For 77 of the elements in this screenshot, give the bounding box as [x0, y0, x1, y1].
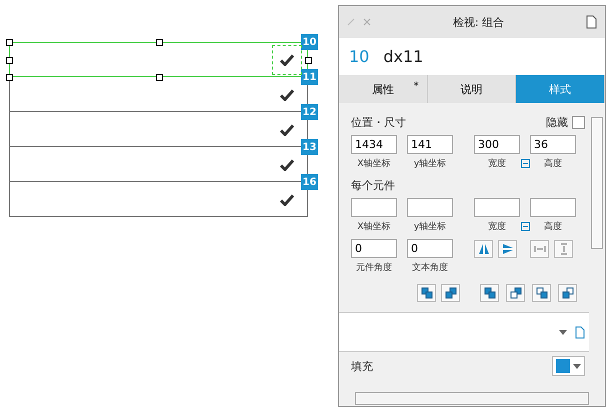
- distribute-button[interactable]: [530, 240, 549, 258]
- hide-label: 隐藏: [546, 114, 568, 130]
- arrange-button[interactable]: [417, 284, 436, 302]
- dropdown-caret-icon: [573, 364, 581, 368]
- distribute-vertical-icon: [560, 242, 568, 254]
- resize-handle[interactable]: [156, 39, 163, 46]
- document-icon[interactable]: [575, 326, 585, 338]
- checkmark-icon: [280, 159, 294, 171]
- flip-button[interactable]: [498, 240, 517, 258]
- scrollbar-thumb[interactable]: [591, 117, 603, 249]
- resize-handle[interactable]: [6, 74, 13, 81]
- layers-icon: [562, 287, 574, 299]
- resize-handle[interactable]: [6, 57, 13, 64]
- layers-icon: [420, 287, 432, 299]
- field-label: 高度: [543, 220, 563, 234]
- input-field[interactable]: [530, 198, 576, 217]
- tab[interactable]: 说明: [428, 75, 516, 103]
- field-label: X轴坐标: [356, 220, 392, 234]
- section-title: 位置・尺寸: [351, 114, 406, 130]
- distribute-horizontal-icon: [534, 244, 546, 252]
- resize-handle[interactable]: [156, 74, 163, 81]
- row-number-badge: 12: [301, 104, 318, 120]
- field-label: y轴坐标: [412, 220, 448, 234]
- field-label: y轴坐标: [412, 158, 448, 171]
- input-field[interactable]: 141: [407, 135, 453, 154]
- layers-icon: [510, 287, 522, 299]
- field-label: 宽度: [487, 158, 507, 171]
- distribute-button[interactable]: [554, 240, 573, 258]
- selection-outline: [272, 45, 302, 75]
- input-field[interactable]: [351, 198, 397, 217]
- fill-label: 填充: [351, 358, 373, 374]
- input-field[interactable]: 0: [407, 239, 453, 258]
- lock-ratio-icon[interactable]: [520, 222, 530, 230]
- input-field[interactable]: 36: [530, 135, 576, 154]
- row-number-badge: 10: [301, 34, 318, 50]
- tab[interactable]: 属性 *: [339, 75, 428, 103]
- hide-checkbox[interactable]: [572, 116, 585, 128]
- flip-horizontal-icon: [478, 242, 490, 254]
- layers-icon: [484, 287, 496, 299]
- scrollbar-thumb[interactable]: [355, 392, 589, 404]
- input-field[interactable]: 300: [474, 135, 520, 154]
- arrange-button[interactable]: [532, 284, 551, 302]
- item-name[interactable]: dx11: [383, 47, 424, 66]
- resize-handle[interactable]: [6, 39, 13, 46]
- arrange-button[interactable]: [480, 284, 499, 302]
- field-label: 宽度: [487, 220, 507, 234]
- row-number-badge: 11: [301, 69, 318, 85]
- field-label: 文本角度: [411, 262, 449, 275]
- arrange-button[interactable]: [558, 284, 577, 302]
- panel-title: 检视: 组合: [452, 14, 506, 30]
- input-field[interactable]: [407, 198, 453, 217]
- resize-handle[interactable]: [305, 57, 312, 64]
- section-title: 每个元件: [351, 178, 395, 192]
- dropdown-caret-icon[interactable]: [559, 330, 567, 334]
- checkmark-icon: [280, 124, 294, 136]
- row-number-badge: 16: [301, 174, 318, 190]
- arrange-button[interactable]: [441, 284, 460, 302]
- item-number: 10: [349, 47, 370, 66]
- arrange-button[interactable]: [506, 284, 525, 302]
- field-label: X轴坐标: [356, 158, 392, 171]
- input-field[interactable]: 1434: [351, 135, 397, 154]
- flip-vertical-icon: [502, 242, 514, 254]
- layers-icon: [536, 287, 548, 299]
- checkmark-icon: [280, 194, 294, 206]
- field-label: 高度: [543, 158, 563, 171]
- layers-icon: [444, 287, 456, 299]
- color-picker[interactable]: [552, 356, 585, 376]
- lock-ratio-icon[interactable]: [520, 158, 530, 168]
- input-field[interactable]: [474, 198, 520, 217]
- field-label: 元件角度: [355, 262, 393, 275]
- row-number-badge: 13: [301, 139, 318, 155]
- checkmark-icon: [280, 54, 294, 66]
- document-icon[interactable]: [586, 15, 597, 29]
- modified-mark: *: [414, 81, 419, 92]
- flip-button[interactable]: [474, 240, 493, 258]
- checkmark-icon: [280, 89, 294, 101]
- input-field[interactable]: 0: [351, 239, 397, 258]
